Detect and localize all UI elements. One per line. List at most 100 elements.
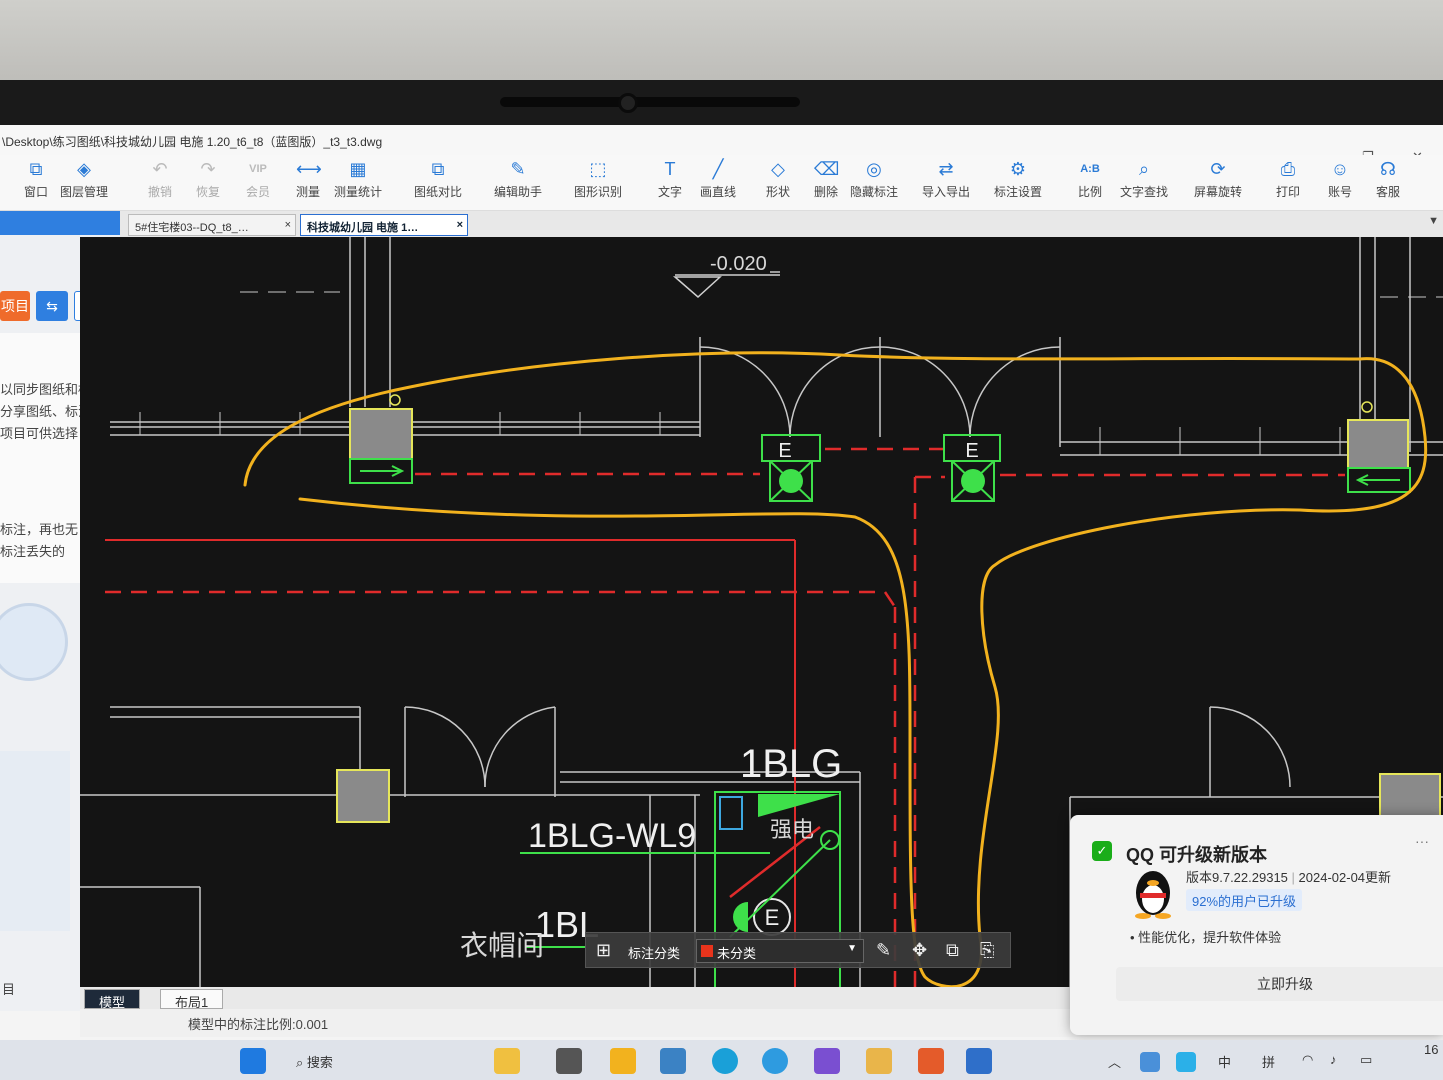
eraser-icon: ⌫ [814, 159, 840, 179]
toolbar-button-22[interactable]: ☊ 客服 [1352, 159, 1424, 200]
tray-icon-2[interactable] [1176, 1052, 1196, 1072]
copy-icon[interactable]: ⧉ [946, 940, 959, 961]
more-icon[interactable]: ··· [1415, 833, 1429, 849]
edit-assistant-icon: ✎ [510, 159, 526, 179]
strong-current-label: 强电 [770, 817, 814, 842]
toolbar-label: 恢复 [195, 185, 220, 199]
toolbar-label: 删除 [813, 185, 838, 199]
project-button[interactable]: 项目 [0, 291, 30, 321]
toolbar-button-16[interactable]: ⚙ 标注设置 [982, 159, 1054, 200]
window-icon: ⧉ [29, 159, 43, 179]
sidebar-line-4: 标注，再也无 [0, 522, 79, 537]
toolbar-label: 编辑助手 [493, 185, 542, 199]
toolbar-label: 文字查找 [1119, 185, 1168, 199]
ime-pinyin[interactable]: 拼 [1262, 1052, 1275, 1071]
scale-icon: A:B [1080, 163, 1100, 175]
toolbar-label: 账号 [1327, 185, 1352, 199]
toolbar-label: 客服 [1375, 185, 1400, 199]
qq-update-notification: ✓ QQ 可升级新版本 ··· 版本9.7.22.29315 | 2024-02… [1070, 815, 1443, 1035]
ime-mode[interactable]: 中 [1218, 1052, 1231, 1071]
tray-icon-1[interactable] [1140, 1052, 1160, 1072]
taskbar-search[interactable]: ⌕ 搜索 [296, 1052, 333, 1071]
upgrade-now-button[interactable]: 立即升级 [1116, 967, 1443, 1001]
sync-icon[interactable]: ⇆ [36, 291, 68, 321]
toolbar-label: 标注设置 [993, 185, 1042, 199]
toolbar-label: 图形识别 [573, 185, 622, 199]
hide-annotation-icon: ◎ [866, 159, 882, 179]
headset-icon: ☊ [1380, 159, 1396, 179]
start-icon[interactable] [240, 1048, 266, 1074]
elevation-label: -0.020 [710, 253, 767, 275]
app-icon[interactable] [494, 1048, 520, 1074]
edit-icon[interactable]: ✎ [876, 940, 891, 961]
toolbar-button-14[interactable]: ◎ 隐藏标注 [838, 159, 910, 200]
tab-layout1[interactable]: 布局1 [160, 989, 224, 1010]
toolbar-button-18[interactable]: ⌕ 文字查找 [1108, 159, 1180, 200]
toolbar-button-6[interactable]: ▦ 测量统计 [322, 159, 394, 200]
category-value: 未分类 [717, 946, 757, 961]
screen-rotate-icon: ⟳ [1210, 159, 1226, 179]
layers-icon: ◈ [77, 159, 91, 179]
import-export-icon: ⇄ [938, 159, 954, 179]
window-title: \Desktop\练习图纸\科技城幼儿园 电施 1.20_t6_t8（蓝图版）_… [2, 135, 383, 149]
toolbar-label: 画直线 [699, 185, 736, 199]
app4-icon[interactable] [918, 1048, 944, 1074]
toolbar-label: 图层管理 [59, 185, 108, 199]
toolbar-label: 撤销 [147, 185, 172, 199]
volume-icon[interactable]: ♪ [1330, 1052, 1337, 1067]
vip-icon: VIP [249, 163, 267, 175]
tabs-dropdown-icon[interactable]: ▼ [1428, 215, 1439, 227]
version-text: 版本9.7.22.29315 [1186, 870, 1288, 885]
tab-label: 科技城幼儿园 电施 1… [307, 222, 419, 234]
toolbar-button-7[interactable]: ⧉ 图纸对比 [402, 159, 474, 200]
annotation-scale-text: 模型中的标注比例:0.001 [188, 1017, 329, 1032]
browser-icon[interactable] [762, 1048, 788, 1074]
clock[interactable]: 16 [1424, 1042, 1438, 1057]
promo-graphic [0, 751, 70, 931]
mail-icon[interactable] [660, 1048, 686, 1074]
paste-icon[interactable]: ⎘ [980, 940, 994, 961]
main-toolbar: ⧉ 窗口 ◈ 图层管理 ↶ 撤销 ↷ 恢复 VIP 会员 ⟷ 测量 ▦ 测量统计 ⧉ 图纸对比 ✎ 编辑助手 ⬚ 图形… [0, 155, 1443, 211]
sidebar-line-2: 分享图纸、标注 [0, 404, 92, 419]
move-icon[interactable]: ✥ [912, 940, 927, 961]
folder-icon[interactable] [610, 1048, 636, 1074]
tab-model[interactable]: 模型 [84, 989, 141, 1010]
line-icon: ╱ [712, 159, 724, 179]
sidebar-line-5: 标注丢失的 [0, 544, 66, 559]
wifi-icon[interactable]: ◠ [1302, 1052, 1313, 1068]
text-search-icon: ⌕ [1138, 159, 1150, 179]
webcam [618, 93, 638, 113]
toolbar-button-15[interactable]: ⇄ 导入导出 [910, 159, 982, 200]
tab-close-icon[interactable]: × [285, 219, 291, 231]
search-placeholder: 搜索 [306, 1055, 333, 1070]
tab-kindergarten[interactable]: 科技城幼儿园 电施 1… × [300, 214, 468, 236]
socket-label-3: E [765, 905, 780, 930]
socket-label-1: E [778, 440, 791, 462]
toolbar-button-9[interactable]: ⬚ 图形识别 [562, 159, 634, 200]
toolbar-label: 比例 [1077, 185, 1102, 199]
toolbar-label: 隐藏标注 [849, 185, 898, 199]
grid-icon[interactable]: ⊞ [596, 940, 611, 961]
edge-icon[interactable] [712, 1048, 738, 1074]
screen: \Desktop\练习图纸\科技城幼儿园 电施 1.20_t6_t8（蓝图版）_… [0, 125, 1443, 1080]
shape-icon: ◇ [771, 159, 785, 179]
update-date: 2024-02-04更新 [1298, 870, 1392, 885]
toolbar-label: 会员 [245, 185, 270, 199]
annotation-category-select[interactable]: 未分类 ▼ [696, 939, 864, 963]
toolbar-label: 导入导出 [921, 185, 970, 199]
version-info: 版本9.7.22.29315 | 2024-02-04更新 [1186, 870, 1392, 885]
app2-icon[interactable] [814, 1048, 840, 1074]
taskview-icon[interactable] [556, 1048, 582, 1074]
tab-5-residential[interactable]: 5#住宅楼03--DQ_t8_… × [128, 214, 296, 236]
sidebar-footer: 目 [2, 982, 16, 997]
cad-app-icon[interactable] [966, 1048, 992, 1074]
qq-penguin-icon [1135, 871, 1171, 919]
tray-chevron-icon[interactable]: ︿ [1108, 1052, 1121, 1071]
app3-icon[interactable] [866, 1048, 892, 1074]
toolbar-button-1[interactable]: ◈ 图层管理 [48, 159, 120, 200]
tab-close-icon[interactable]: × [457, 219, 463, 231]
battery-icon[interactable]: ▭ [1360, 1052, 1372, 1068]
toolbar-button-8[interactable]: ✎ 编辑助手 [482, 159, 554, 200]
account-icon: ☺ [1330, 159, 1350, 179]
toolbar-button-19[interactable]: ⟳ 屏幕旋转 [1182, 159, 1254, 200]
